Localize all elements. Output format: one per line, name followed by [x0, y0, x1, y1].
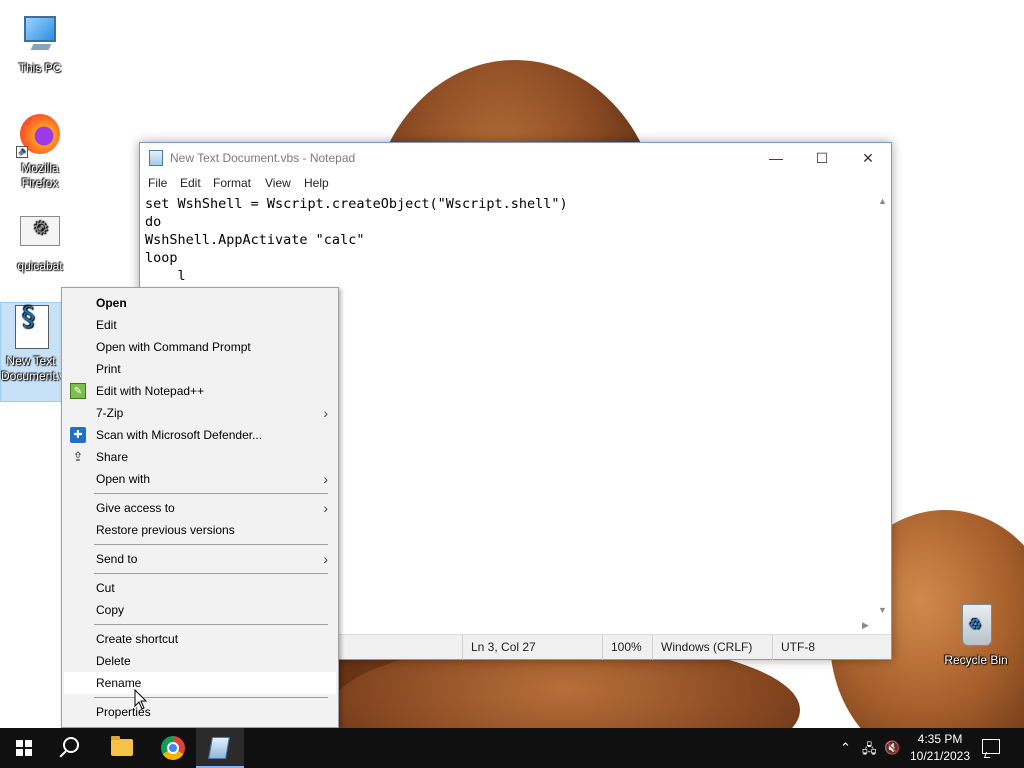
vbs-script-icon: §	[7, 303, 55, 351]
shortcut-arrow-icon: ↗	[16, 146, 28, 158]
desktop-icon-label: quicabat	[17, 259, 63, 273]
batch-file-icon: ⚙	[16, 208, 64, 256]
desktop-icon-new-text-document[interactable]: § New Text Document.vbs	[0, 302, 62, 402]
ctx-delete[interactable]: Delete	[64, 650, 336, 672]
chevron-right-icon: ›	[323, 551, 328, 567]
ctx-rename[interactable]: Rename	[64, 672, 336, 694]
vertical-scrollbar[interactable]: ▲ ▼	[875, 193, 891, 618]
status-zoom: 100%	[602, 635, 652, 660]
chevron-right-icon: ›	[323, 405, 328, 421]
context-menu: Open Edit Open with Command Prompt Print…	[61, 287, 339, 728]
menu-separator	[94, 493, 328, 494]
menu-file[interactable]: File	[148, 176, 167, 190]
computer-icon	[16, 10, 64, 58]
menu-separator	[94, 624, 328, 625]
desktop-icon-label: Mozilla Firefox	[21, 161, 59, 190]
ctx-open[interactable]: Open	[64, 292, 336, 314]
minimize-button[interactable]: —	[753, 143, 799, 173]
taskbar-notepad[interactable]	[196, 728, 244, 768]
chevron-right-icon: ›	[323, 500, 328, 516]
ctx-edit-with-notepad-plus-plus[interactable]: ✎ Edit with Notepad++	[64, 380, 336, 402]
menu-bar: File Edit Format View Help	[140, 173, 891, 193]
ctx-properties[interactable]: Properties	[64, 701, 336, 723]
scroll-right-icon[interactable]: ▶	[862, 620, 869, 631]
maximize-button[interactable]: ☐	[799, 143, 845, 173]
firefox-icon: ↗	[16, 110, 64, 158]
ctx-copy[interactable]: Copy	[64, 599, 336, 621]
desktop-icon-recycle-bin[interactable]: ♻ Recycle Bin	[938, 602, 1014, 668]
title-bar[interactable]: New Text Document.vbs - Notepad — ☐ ✕	[140, 143, 891, 173]
ctx-create-shortcut[interactable]: Create shortcut	[64, 628, 336, 650]
ctx-7zip[interactable]: 7-Zip ›	[64, 402, 336, 424]
ctx-edit[interactable]: Edit	[64, 314, 336, 336]
menu-format[interactable]: Format	[213, 176, 251, 190]
menu-edit[interactable]: Edit	[180, 176, 201, 190]
taskbar-file-explorer[interactable]	[98, 728, 146, 768]
chevron-up-icon[interactable]: ⌃	[840, 740, 851, 756]
ctx-open-with-command-prompt[interactable]: Open with Command Prompt	[64, 336, 336, 358]
desktop-icon-quicabat[interactable]: ⚙ quicabat	[2, 208, 78, 274]
search-button[interactable]	[48, 728, 96, 768]
ctx-restore-previous-versions[interactable]: Restore previous versions	[64, 519, 336, 541]
defender-icon: ✚	[70, 427, 86, 443]
recycle-bin-icon: ♻	[952, 602, 1000, 650]
menu-separator	[94, 544, 328, 545]
taskbar: ⌃ 🖧 🔇 4:35 PM 10/21/2023	[0, 728, 1024, 768]
desktop-icon-label: Recycle Bin	[944, 653, 1008, 667]
menu-separator	[94, 573, 328, 574]
folder-icon	[111, 736, 133, 756]
start-button[interactable]	[0, 728, 48, 768]
ctx-open-with[interactable]: Open with ›	[64, 468, 336, 490]
notepad-icon	[208, 737, 230, 759]
scroll-up-icon[interactable]: ▲	[878, 196, 887, 206]
scroll-down-icon[interactable]: ▼	[878, 605, 887, 615]
ctx-scan-with-defender[interactable]: ✚ Scan with Microsoft Defender...	[64, 424, 336, 446]
volume-muted-icon[interactable]: 🔇	[884, 740, 900, 756]
menu-separator	[94, 697, 328, 698]
status-cursor-position: Ln 3, Col 27	[462, 635, 608, 660]
clock-date: 10/21/2023	[909, 749, 971, 763]
close-button[interactable]: ✕	[845, 143, 891, 173]
ctx-cut[interactable]: Cut	[64, 577, 336, 599]
windows-logo-icon	[16, 740, 32, 756]
notification-center-icon[interactable]	[982, 739, 1000, 754]
ctx-give-access-to[interactable]: Give access to ›	[64, 497, 336, 519]
status-line-endings: Windows (CRLF)	[652, 635, 772, 660]
mouse-cursor-icon	[134, 689, 148, 710]
desktop-icon-label: New Text Document.vbs	[1, 354, 61, 383]
share-icon: ⇪	[72, 449, 84, 464]
chrome-icon	[161, 736, 185, 760]
notepad-app-icon	[149, 150, 163, 166]
ctx-send-to[interactable]: Send to ›	[64, 548, 336, 570]
clock[interactable]: 4:35 PM 10/21/2023	[906, 731, 974, 765]
notepad-plus-plus-icon: ✎	[70, 383, 86, 399]
network-icon[interactable]: 🖧	[862, 740, 877, 762]
desktop-icon-label: This PC	[18, 61, 62, 75]
chevron-right-icon: ›	[323, 471, 328, 487]
status-encoding: UTF-8	[772, 635, 891, 660]
window-title: New Text Document.vbs - Notepad	[170, 151, 356, 165]
ctx-print[interactable]: Print	[64, 358, 336, 380]
desktop-icon-this-pc[interactable]: This PC	[2, 10, 78, 76]
menu-view[interactable]: View	[265, 176, 291, 190]
ctx-share[interactable]: ⇪ Share	[64, 446, 336, 468]
taskbar-chrome[interactable]	[148, 728, 196, 768]
clock-time: 4:35 PM	[917, 732, 963, 746]
desktop-icon-firefox[interactable]: ↗ Mozilla Firefox	[2, 110, 78, 191]
menu-help[interactable]: Help	[304, 176, 329, 190]
